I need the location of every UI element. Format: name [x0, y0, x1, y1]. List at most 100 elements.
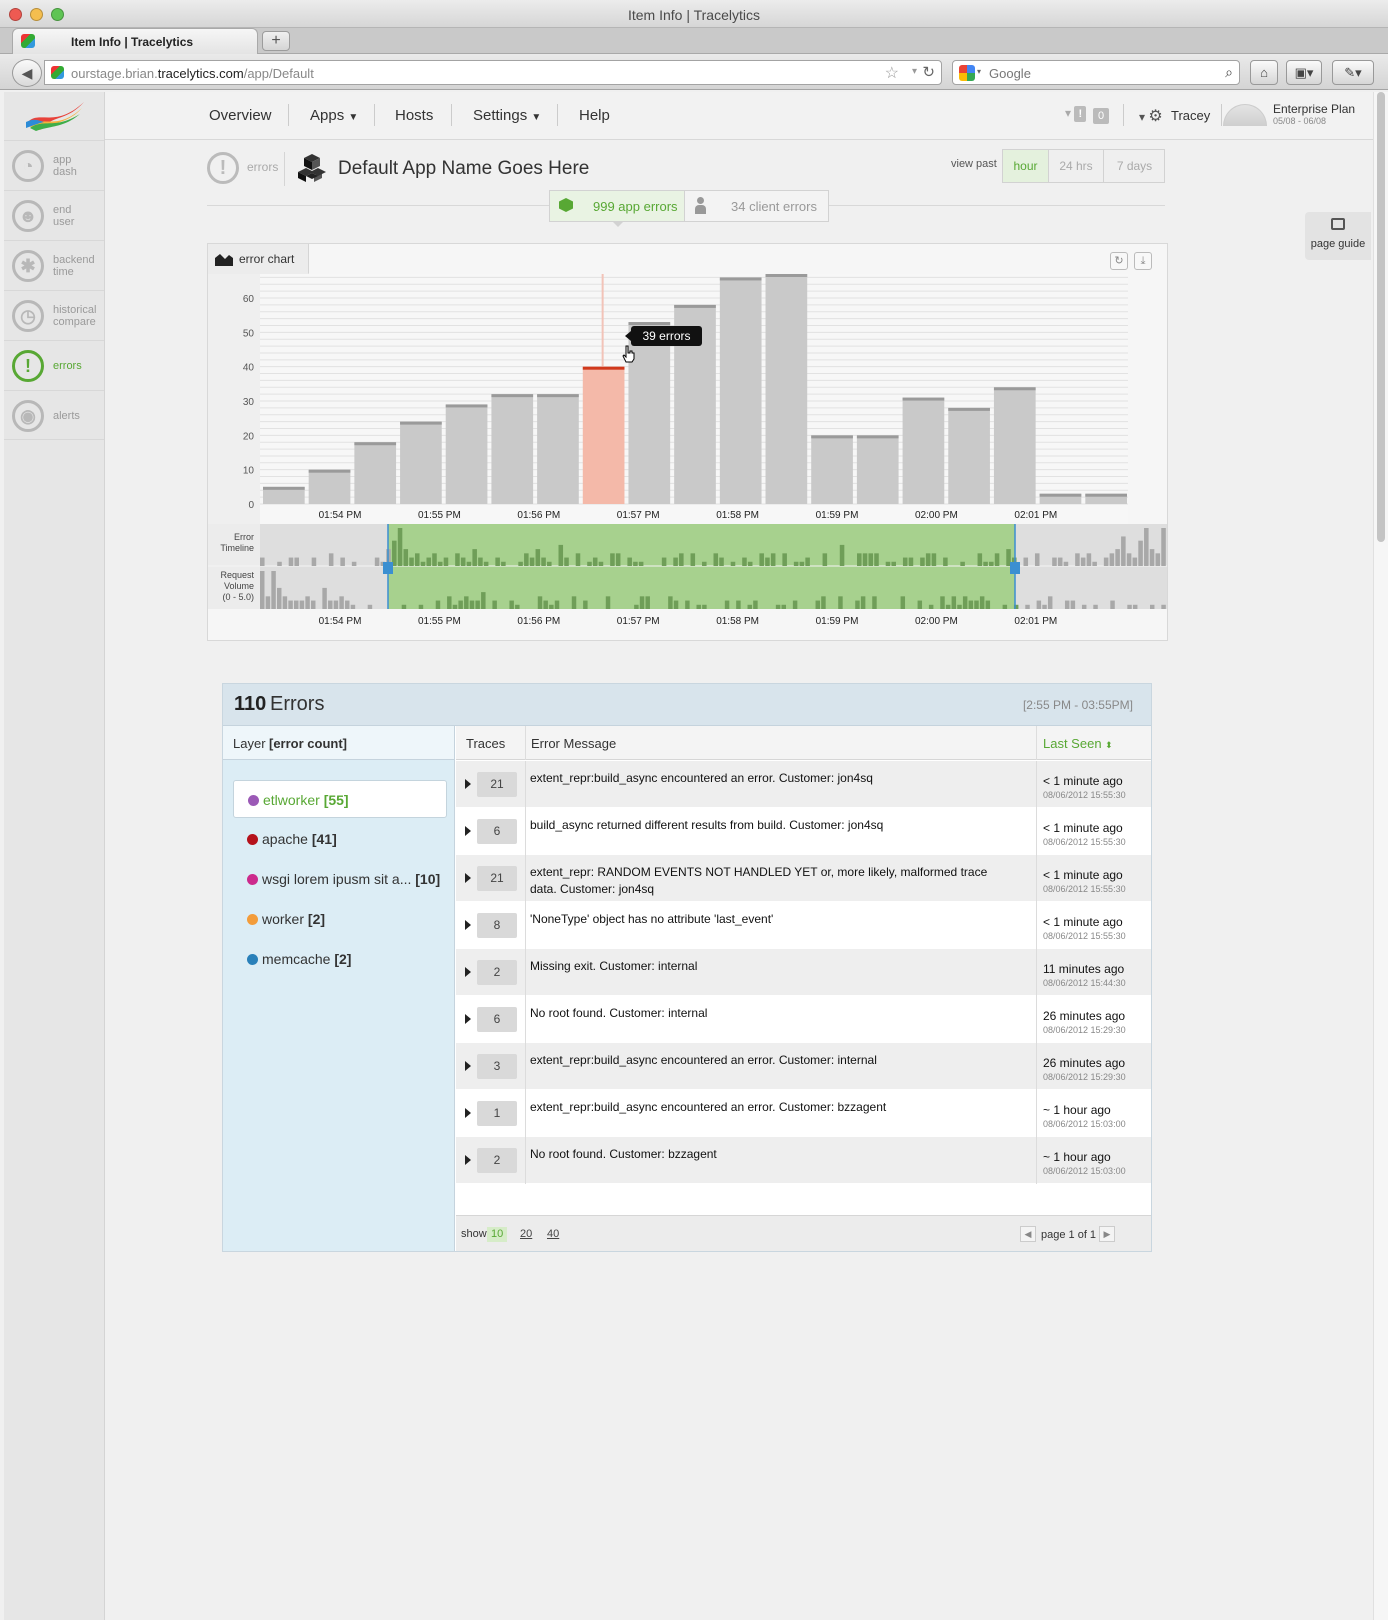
alerts-dropdown[interactable]: ▾ !: [1065, 106, 1087, 122]
sidebar-item-backend-time[interactable]: ✱ backend time: [4, 240, 104, 290]
table-row[interactable]: 6 No root found. Customer: internal 26 min…: [456, 996, 1151, 1043]
error-chart-tab[interactable]: error chart: [208, 244, 309, 274]
layer-item-memcache[interactable]: memcache [2]: [233, 940, 447, 978]
error-timeline-bar: [719, 557, 724, 566]
nav-apps[interactable]: Apps ▼: [310, 107, 358, 124]
request-volume-bar: [1161, 604, 1166, 609]
nav-hosts[interactable]: Hosts: [395, 107, 433, 124]
expand-row-icon[interactable]: [465, 826, 471, 836]
page-scrollbar[interactable]: [1373, 92, 1388, 1620]
search-bar[interactable]: ▾ Google ⌕: [952, 60, 1240, 85]
layer-item-apache[interactable]: apache [41]: [233, 820, 447, 858]
home-button[interactable]: ⌂: [1250, 60, 1278, 85]
tab-app-errors[interactable]: 999 app errors: [550, 191, 685, 221]
download-chart-button[interactable]: ⤓: [1134, 252, 1152, 270]
table-row[interactable]: 6 build_async returned different results …: [456, 808, 1151, 855]
nav-settings[interactable]: Settings ▼: [473, 107, 541, 124]
table-row[interactable]: 1 extent_repr:build_async encountered an …: [456, 1090, 1151, 1137]
request-volume-bar: [537, 596, 543, 609]
sidebar-item-label: historical compare: [53, 304, 97, 328]
scrollbar-thumb[interactable]: [1377, 92, 1385, 542]
sidebar-item-alerts[interactable]: ◉ alerts: [4, 390, 104, 440]
alerts-count-badge[interactable]: 0: [1093, 108, 1109, 124]
table-row[interactable]: 8 'NoneType' object has no attribute 'las…: [456, 902, 1151, 949]
expand-row-icon[interactable]: [465, 1061, 471, 1071]
sidebar-item-errors[interactable]: ! errors: [4, 340, 104, 390]
search-engine-dropdown-icon[interactable]: ▾: [977, 67, 981, 76]
expand-row-icon[interactable]: [465, 967, 471, 977]
table-row[interactable]: 3 extent_repr:build_async encountered an …: [456, 1043, 1151, 1090]
column-header-traces[interactable]: Traces: [466, 736, 505, 751]
trace-count-badge[interactable]: 6: [477, 1007, 517, 1032]
tab-client-errors[interactable]: 34 client errors: [686, 191, 828, 221]
expand-row-icon[interactable]: [465, 1155, 471, 1165]
error-timeline-bar: [839, 544, 845, 566]
next-page-button[interactable]: ▶: [1099, 1226, 1115, 1242]
layer-item-wsgi[interactable]: wsgi lorem ipusm sit a... [10]: [233, 860, 447, 898]
site-identity-icon[interactable]: [51, 66, 64, 79]
tracelytics-logo[interactable]: [24, 98, 86, 132]
trace-count-badge[interactable]: 6: [477, 819, 517, 844]
expand-row-icon[interactable]: [465, 779, 471, 789]
bookmark-star-icon[interactable]: ☆: [885, 63, 899, 83]
error-timeline-bar: [702, 561, 707, 566]
expand-row-icon[interactable]: [465, 920, 471, 930]
chart-bar-cap: [354, 442, 397, 446]
address-url[interactable]: ourstage.brian.tracelytics.com/app/Defau…: [71, 66, 314, 81]
table-row[interactable]: 2 No root found. Customer: bzzagent ~ 1 ho…: [456, 1137, 1151, 1184]
browser-tab[interactable]: Item Info | Tracelytics: [12, 28, 258, 54]
request-volume-label: Request: [220, 570, 254, 580]
page-size-10[interactable]: 10: [487, 1227, 508, 1242]
expand-row-icon[interactable]: [465, 1108, 471, 1118]
nav-help[interactable]: Help: [579, 107, 610, 124]
request-volume-bar: [452, 604, 458, 609]
request-volume-bar: [747, 604, 752, 609]
search-engine-icon[interactable]: [959, 65, 975, 81]
previous-page-button[interactable]: ◀: [1020, 1226, 1036, 1242]
column-header-last-seen[interactable]: Last Seen ⬍: [1043, 736, 1113, 751]
table-row[interactable]: 21 extent_repr:build_async encountered an…: [456, 761, 1151, 808]
range-hour-button[interactable]: hour: [1003, 150, 1049, 182]
breadcrumb-errors[interactable]: errors: [247, 160, 278, 174]
user-menu[interactable]: ▾ ⚙: [1139, 106, 1163, 126]
error-message: No root found. Customer: internal: [530, 1006, 708, 1020]
sidebar-item-historical-compare[interactable]: ◷ historical compare: [4, 290, 104, 340]
history-dropdown-icon[interactable]: ▾: [912, 66, 917, 77]
request-volume-bar: [322, 587, 327, 609]
trace-count-badge[interactable]: 8: [477, 913, 517, 938]
table-row[interactable]: 2 Missing exit. Customer: internal 11 minu…: [456, 949, 1151, 996]
trace-count-badge[interactable]: 2: [477, 960, 517, 985]
address-bar[interactable]: ourstage.brian.tracelytics.com/app/Defau…: [44, 60, 942, 85]
range-7days-button[interactable]: 7 days: [1104, 150, 1165, 182]
sidebar-item-app-dash[interactable]: ◔ app dash: [4, 140, 104, 190]
refresh-chart-button[interactable]: ↻: [1110, 252, 1128, 270]
errors-heading: Errors: [270, 693, 325, 715]
magnifier-icon[interactable]: ⌕: [1225, 64, 1233, 81]
page-guide-button[interactable]: page guide: [1305, 212, 1371, 260]
layer-item-etlworker[interactable]: etlworker [55]: [233, 780, 447, 818]
trace-count-badge[interactable]: 21: [477, 772, 517, 797]
nav-overview[interactable]: Overview: [209, 107, 272, 124]
reload-icon[interactable]: ↻: [922, 63, 935, 81]
new-tab-button[interactable]: +: [262, 31, 290, 51]
column-divider: [1036, 726, 1037, 760]
search-input[interactable]: Google: [989, 66, 1031, 81]
trace-count-badge[interactable]: 3: [477, 1054, 517, 1079]
bookmarks-button[interactable]: ▣▾: [1286, 60, 1322, 85]
user-name[interactable]: Tracey: [1171, 108, 1210, 123]
page-size-20[interactable]: 20: [516, 1227, 536, 1242]
column-header-error-message[interactable]: Error Message: [531, 736, 616, 751]
table-row[interactable]: 21 extent_repr: RANDOM EVENTS NOT HANDLED…: [456, 855, 1151, 902]
page-size-40[interactable]: 40: [543, 1227, 563, 1242]
back-button[interactable]: ◀: [12, 59, 42, 87]
layer-item-worker[interactable]: worker [2]: [233, 900, 447, 938]
sidebar-item-end-user[interactable]: ☻ end user: [4, 190, 104, 240]
range-24hrs-button[interactable]: 24 hrs: [1049, 150, 1104, 182]
trace-count-badge[interactable]: 2: [477, 1148, 517, 1173]
extensions-button[interactable]: ✎▾: [1332, 60, 1374, 85]
trace-count-badge[interactable]: 1: [477, 1101, 517, 1126]
trace-count-badge[interactable]: 21: [477, 866, 517, 891]
expand-row-icon[interactable]: [465, 873, 471, 883]
request-volume-bar: [311, 600, 316, 609]
expand-row-icon[interactable]: [465, 1014, 471, 1024]
